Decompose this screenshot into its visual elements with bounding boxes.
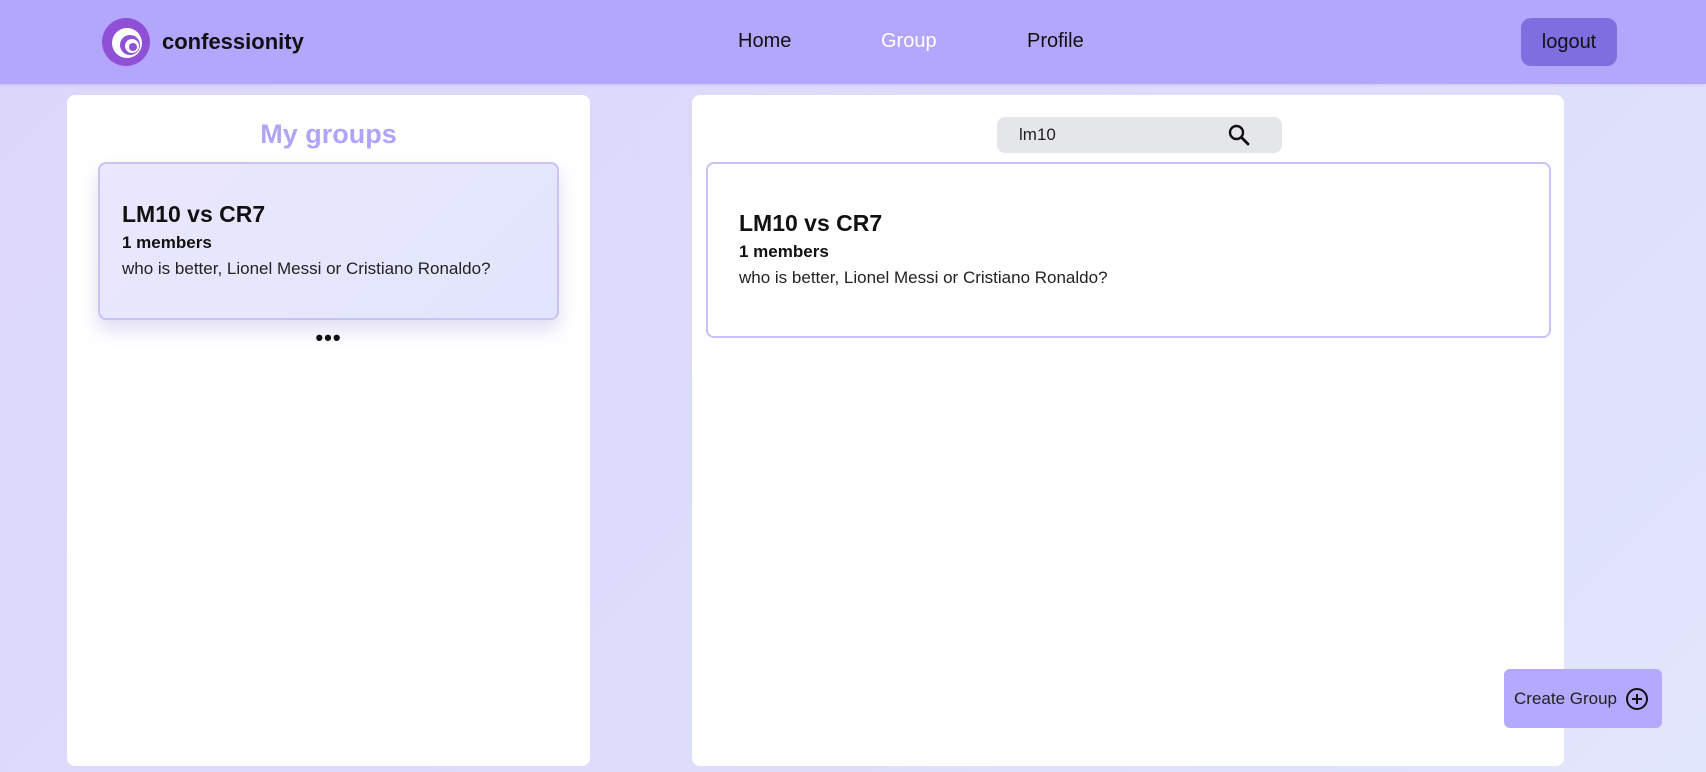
my-groups-title: My groups xyxy=(260,119,397,149)
search-icon[interactable] xyxy=(1228,124,1250,146)
group-search-panel: LM10 vs CR7 1 members who is better, Lio… xyxy=(692,95,1564,766)
search-input[interactable] xyxy=(1019,117,1219,153)
nav-group-link[interactable]: Group xyxy=(881,30,937,53)
brand-name: confessionity xyxy=(162,29,304,54)
nav-home-link[interactable]: Home xyxy=(738,30,791,53)
result-description: who is better, Lionel Messi or Cristiano… xyxy=(739,268,1108,287)
group-members: 1 members xyxy=(122,233,212,252)
more-groups-button[interactable]: ••• xyxy=(67,327,590,349)
result-title: LM10 vs CR7 xyxy=(739,210,883,236)
nav-profile-link[interactable]: Profile xyxy=(1027,30,1084,53)
search-result-card[interactable]: LM10 vs CR7 1 members who is better, Lio… xyxy=(706,162,1551,338)
swirl-logo-icon xyxy=(102,18,150,66)
navbar: confessionity Home Group Profile logout xyxy=(0,0,1706,84)
my-groups-panel: My groups LM10 vs CR7 1 members who is b… xyxy=(67,95,590,766)
group-title: LM10 vs CR7 xyxy=(122,201,266,227)
logout-button[interactable]: logout xyxy=(1521,18,1617,66)
plus-circle-icon xyxy=(1626,687,1648,710)
result-members: 1 members xyxy=(739,242,829,261)
search-box xyxy=(997,117,1282,153)
group-description: who is better, Lionel Messi or Cristiano… xyxy=(122,259,491,278)
create-group-button[interactable]: Create Group xyxy=(1504,669,1662,728)
create-group-label: Create Group xyxy=(1514,688,1617,708)
brand[interactable]: confessionity xyxy=(102,18,304,66)
my-group-card[interactable]: LM10 vs CR7 1 members who is better, Lio… xyxy=(98,162,559,320)
